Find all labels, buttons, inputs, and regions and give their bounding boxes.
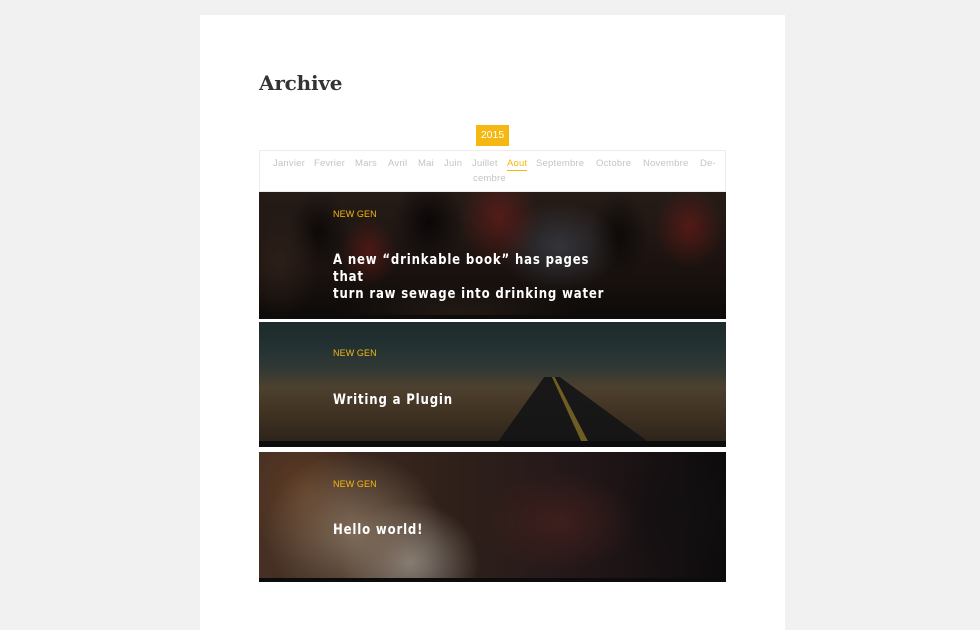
post-card[interactable]: New Gen A new “drinkable book” has pages…	[259, 192, 726, 319]
image-overlay	[259, 322, 726, 447]
month-link-octobre[interactable]: Octobre	[596, 158, 631, 169]
month-link-novembre[interactable]: Novembre	[643, 158, 688, 169]
post-category[interactable]: New Gen	[333, 348, 377, 358]
month-link-janvier[interactable]: Janvier	[273, 158, 305, 169]
post-title-line: A new “drinkable book” has pages that	[333, 252, 590, 285]
page-title: Archive	[259, 71, 343, 95]
image-overlay	[259, 452, 726, 582]
month-link-fevrier[interactable]: Fevrier	[314, 158, 345, 169]
month-link-juillet[interactable]: Juillet	[472, 158, 498, 169]
month-nav: Janvier Fevrier Mars Avril Mai Juin Juil…	[259, 150, 726, 192]
month-link-juin[interactable]: Juin	[444, 158, 462, 169]
month-link-avril[interactable]: Avril	[388, 158, 407, 169]
post-category[interactable]: New Gen	[333, 209, 377, 219]
post-card[interactable]: New Gen Hello world!	[259, 452, 726, 582]
post-divider	[259, 578, 726, 582]
post-category[interactable]: New Gen	[333, 479, 377, 489]
post-title[interactable]: Hello world!	[333, 522, 621, 539]
month-link-aout[interactable]: Aout	[507, 158, 528, 171]
year-badge[interactable]: 2015	[476, 125, 509, 146]
post-title[interactable]: A new “drinkable book” has pages that tu…	[333, 252, 621, 303]
post-title[interactable]: Writing a Plugin	[333, 392, 621, 409]
post-title-line: turn raw sewage into drinking water	[333, 286, 605, 302]
post-divider	[259, 441, 726, 447]
post-divider	[259, 315, 726, 319]
month-link-mai[interactable]: Mai	[418, 158, 434, 169]
post-card[interactable]: New Gen Writing a Plugin	[259, 322, 726, 447]
month-link-decembre[interactable]: De-	[700, 158, 716, 169]
month-link-mars[interactable]: Mars	[355, 158, 377, 169]
month-link-septembre[interactable]: Septembre	[536, 158, 584, 169]
month-link-decembre-wrap[interactable]: cembre	[473, 173, 506, 184]
